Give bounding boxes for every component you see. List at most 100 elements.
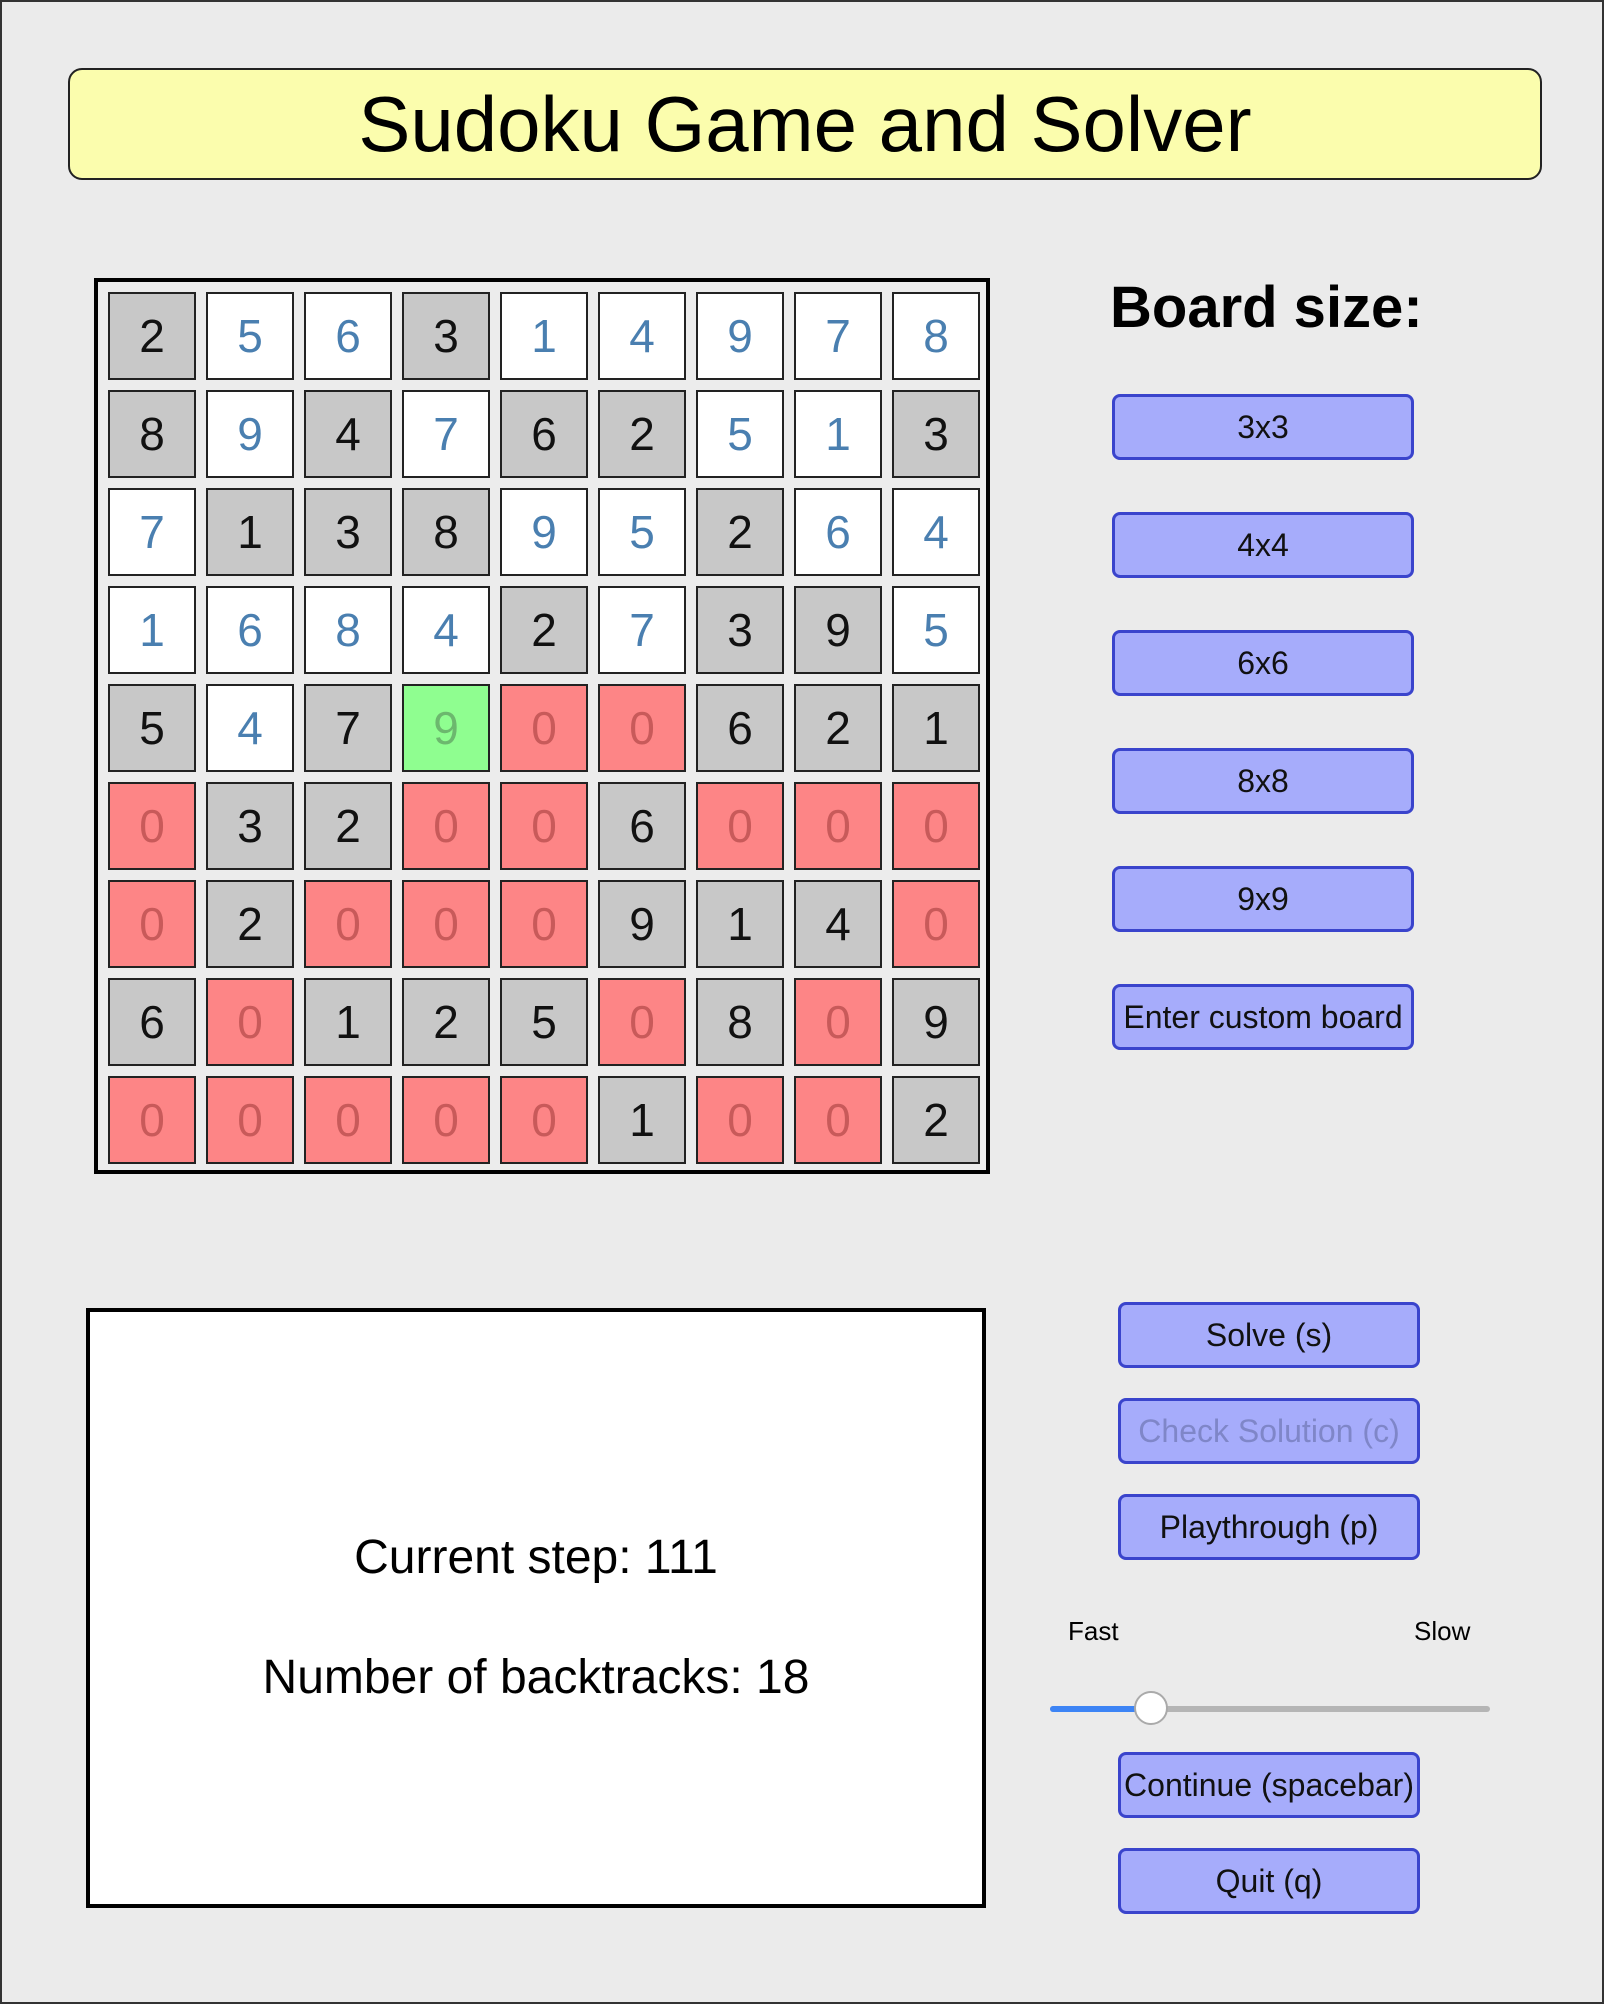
board-cell[interactable]: 0	[794, 978, 882, 1066]
board-cell[interactable]: 3	[892, 390, 980, 478]
board-cell[interactable]: 0	[402, 1076, 490, 1164]
board-cell[interactable]: 2	[500, 586, 588, 674]
board-cell[interactable]: 0	[206, 1076, 294, 1164]
board-cell[interactable]: 2	[598, 390, 686, 478]
board-cell[interactable]: 2	[304, 782, 392, 870]
board-cell[interactable]: 9	[794, 586, 882, 674]
board-cell[interactable]: 6	[500, 390, 588, 478]
board-cell[interactable]: 0	[206, 978, 294, 1066]
size-9x9-button[interactable]: 9x9	[1112, 866, 1414, 932]
board-cell[interactable]: 0	[304, 880, 392, 968]
board-cell[interactable]: 6	[794, 488, 882, 576]
solve-button[interactable]: Solve (s)	[1118, 1302, 1420, 1368]
board-cell[interactable]: 0	[500, 684, 588, 772]
custom-board-button[interactable]: Enter custom board	[1112, 984, 1414, 1050]
board-cell[interactable]: 4	[598, 292, 686, 380]
board-cell[interactable]: 0	[794, 1076, 882, 1164]
board-cell[interactable]: 5	[696, 390, 784, 478]
board-cell[interactable]: 0	[598, 684, 686, 772]
board-size-label: Board size:	[1110, 275, 1423, 340]
continue-button[interactable]: Continue (spacebar)	[1118, 1752, 1420, 1818]
board-cell[interactable]: 0	[598, 978, 686, 1066]
size-8x8-button[interactable]: 8x8	[1112, 748, 1414, 814]
board-cell[interactable]: 2	[402, 978, 490, 1066]
board-cell[interactable]: 5	[500, 978, 588, 1066]
board-cell[interactable]: 7	[598, 586, 686, 674]
board-cell[interactable]: 6	[304, 292, 392, 380]
board-cell[interactable]: 4	[892, 488, 980, 576]
board-cell[interactable]: 4	[402, 586, 490, 674]
board-cell[interactable]: 3	[206, 782, 294, 870]
board-cell[interactable]: 1	[108, 586, 196, 674]
board-cell[interactable]: 8	[108, 390, 196, 478]
check-solution-button[interactable]: Check Solution (c)	[1118, 1398, 1420, 1464]
board-cell[interactable]: 3	[402, 292, 490, 380]
board-cell[interactable]: 5	[206, 292, 294, 380]
board-cell[interactable]: 0	[500, 1076, 588, 1164]
board-cell[interactable]: 0	[108, 1076, 196, 1164]
board-cell[interactable]: 1	[304, 978, 392, 1066]
board-cell[interactable]: 2	[206, 880, 294, 968]
speed-slider[interactable]	[1050, 1691, 1490, 1725]
board-cell[interactable]: 6	[598, 782, 686, 870]
board-cell[interactable]: 7	[794, 292, 882, 380]
board-cell[interactable]: 9	[500, 488, 588, 576]
board-cell[interactable]: 1	[892, 684, 980, 772]
board-cell[interactable]: 0	[108, 880, 196, 968]
board-cell[interactable]: 0	[500, 880, 588, 968]
board-cell[interactable]: 0	[500, 782, 588, 870]
board-cell[interactable]: 7	[402, 390, 490, 478]
board-cell[interactable]: 2	[794, 684, 882, 772]
board-cell[interactable]: 9	[696, 292, 784, 380]
board-cell[interactable]: 8	[696, 978, 784, 1066]
board-cell[interactable]: 1	[794, 390, 882, 478]
speed-fast-label: Fast	[1068, 1616, 1119, 1646]
board-cell[interactable]: 0	[696, 1076, 784, 1164]
board-cell[interactable]: 4	[794, 880, 882, 968]
board-cell[interactable]: 5	[108, 684, 196, 772]
board-cell[interactable]: 9	[892, 978, 980, 1066]
size-3x3-button[interactable]: 3x3	[1112, 394, 1414, 460]
size-6x6-button[interactable]: 6x6	[1112, 630, 1414, 696]
board-cell[interactable]: 8	[304, 586, 392, 674]
board-cell[interactable]: 5	[892, 586, 980, 674]
board-cell[interactable]: 9	[402, 684, 490, 772]
sudoku-board: 2563149788947625137138952641684273955479…	[94, 278, 990, 1174]
board-cell[interactable]: 4	[206, 684, 294, 772]
board-cell[interactable]: 9	[206, 390, 294, 478]
board-cell[interactable]: 0	[108, 782, 196, 870]
board-cell[interactable]: 0	[402, 782, 490, 870]
board-cell[interactable]: 2	[108, 292, 196, 380]
board-cell[interactable]: 1	[598, 1076, 686, 1164]
board-cell[interactable]: 1	[206, 488, 294, 576]
board-cell[interactable]: 0	[304, 1076, 392, 1164]
board-cell[interactable]: 0	[402, 880, 490, 968]
current-step-text: Current step: 111	[354, 1531, 718, 1584]
board-cell[interactable]: 1	[696, 880, 784, 968]
board-cell[interactable]: 4	[304, 390, 392, 478]
board-cell[interactable]: 8	[402, 488, 490, 576]
board-cell[interactable]: 3	[696, 586, 784, 674]
board-cell[interactable]: 9	[598, 880, 686, 968]
backtracks-text: Number of backtracks: 18	[262, 1651, 810, 1704]
info-panel: Current step: 111 Number of backtracks: …	[86, 1308, 986, 1908]
board-cell[interactable]: 0	[892, 880, 980, 968]
speed-slider-thumb[interactable]	[1134, 1691, 1169, 1725]
board-cell[interactable]: 7	[108, 488, 196, 576]
board-cell[interactable]: 1	[500, 292, 588, 380]
board-cell[interactable]: 6	[696, 684, 784, 772]
board-cell[interactable]: 0	[892, 782, 980, 870]
size-4x4-button[interactable]: 4x4	[1112, 512, 1414, 578]
quit-button[interactable]: Quit (q)	[1118, 1848, 1420, 1914]
board-cell[interactable]: 0	[794, 782, 882, 870]
board-cell[interactable]: 3	[304, 488, 392, 576]
board-cell[interactable]: 6	[206, 586, 294, 674]
board-cell[interactable]: 0	[696, 782, 784, 870]
board-cell[interactable]: 7	[304, 684, 392, 772]
board-cell[interactable]: 8	[892, 292, 980, 380]
board-cell[interactable]: 5	[598, 488, 686, 576]
board-cell[interactable]: 2	[696, 488, 784, 576]
board-cell[interactable]: 2	[892, 1076, 980, 1164]
playthrough-button[interactable]: Playthrough (p)	[1118, 1494, 1420, 1560]
board-cell[interactable]: 6	[108, 978, 196, 1066]
